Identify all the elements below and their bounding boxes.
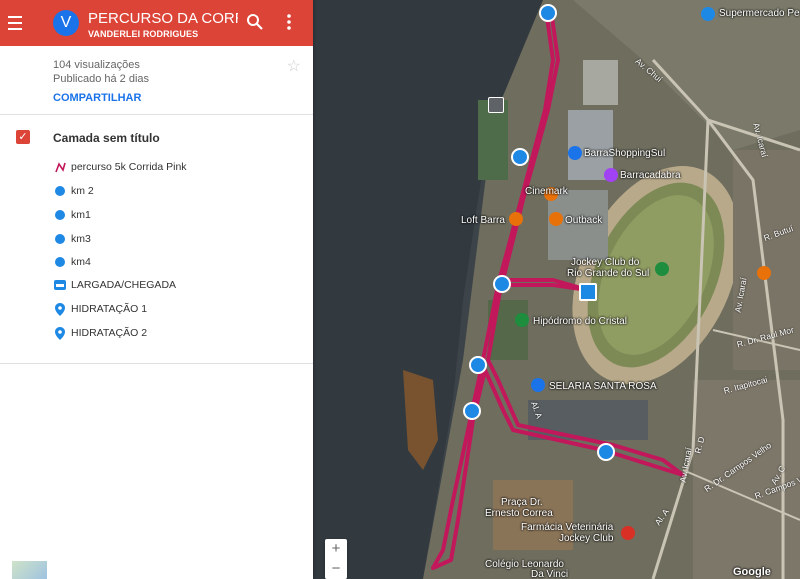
layer-title[interactable]: Camada sem título (53, 131, 160, 145)
place-label[interactable]: Ernesto Correa (485, 508, 553, 519)
place-label[interactable]: Jockey Club (559, 533, 613, 544)
map-thumbnail[interactable] (12, 561, 47, 579)
place-label[interactable]: Farmácia Veterinária (521, 522, 613, 533)
avatar[interactable]: V (53, 10, 79, 36)
layer-checkbox[interactable]: ✓ (16, 130, 30, 144)
view-count: 104 visualizações (53, 59, 140, 71)
place-label[interactable]: Supermercado Pe (719, 8, 800, 19)
pin-icon (54, 326, 66, 340)
runner-icon (54, 209, 66, 221)
list-item-label: LARGADA/CHEGADA (71, 279, 177, 291)
park-icon[interactable] (515, 313, 529, 327)
list-item[interactable]: percurso 5k Corrida Pink (54, 157, 187, 177)
place-label[interactable]: Praça Dr. (501, 497, 543, 508)
pharmacy-icon[interactable] (621, 526, 635, 540)
zoom-in-button[interactable]: + (325, 539, 347, 559)
published-date: Publicado há 2 dias (53, 73, 150, 85)
list-item[interactable]: HIDRATAÇÃO 1 (54, 299, 147, 319)
list-item[interactable]: km1 (54, 205, 91, 225)
list-item-label: km4 (71, 256, 91, 268)
star-icon[interactable]: ☆ (287, 56, 301, 76)
satellite-imagery (313, 0, 800, 579)
place-label[interactable]: Da Vinci (531, 569, 568, 579)
bed-icon (54, 279, 66, 291)
map-canvas[interactable]: Supermercado Pe BarraShoppingSul Barraca… (313, 0, 800, 579)
zoom-out-button[interactable]: − (325, 559, 347, 579)
place-label[interactable]: Barracadabra (620, 170, 681, 181)
map-owner[interactable]: VANDERLEI RODRIGUES (88, 29, 198, 39)
runner-icon[interactable] (463, 402, 481, 420)
place-label[interactable]: Hipódromo do Cristal (533, 316, 627, 327)
restaurant-icon[interactable] (757, 266, 771, 280)
place-label[interactable]: SELARIA SANTA ROSA (549, 381, 657, 392)
zoom-controls: + − (325, 539, 347, 579)
place-label[interactable]: Loft Barra (461, 215, 505, 226)
pin-icon[interactable] (511, 148, 529, 166)
runner-icon[interactable] (469, 356, 487, 374)
google-logo: Google (733, 566, 771, 578)
layer-section: ✓ Camada sem título percurso 5k Corrida … (0, 115, 313, 364)
map-meta: 104 visualizações Publicado há 2 dias CO… (0, 46, 313, 115)
place-label[interactable]: Jockey Club do (571, 257, 639, 268)
shopping-cart-icon[interactable] (701, 7, 715, 21)
bus-stop-icon (488, 97, 504, 113)
pin-icon[interactable] (493, 275, 511, 293)
list-item[interactable]: LARGADA/CHEGADA (54, 275, 176, 295)
place-label[interactable]: Cinemark (525, 186, 568, 197)
route-line-icon (54, 161, 66, 173)
runner-icon (54, 185, 66, 197)
restaurant-icon[interactable] (549, 212, 563, 226)
runner-icon[interactable] (539, 4, 557, 22)
list-item-label: HIDRATAÇÃO 2 (71, 327, 148, 339)
place-label[interactable]: Outback (565, 215, 602, 226)
share-button[interactable]: COMPARTILHAR (53, 92, 141, 104)
list-item-label: km3 (71, 233, 91, 245)
sidebar-header: V PERCURSO DA CORRI... VANDERLEI RODRIGU… (0, 0, 313, 46)
restaurant-icon[interactable] (509, 212, 523, 226)
shopping-bag-icon[interactable] (531, 378, 545, 392)
runner-icon[interactable] (597, 443, 615, 461)
place-label[interactable]: BarraShoppingSul (584, 148, 665, 159)
pin-icon (54, 302, 66, 316)
list-item-label: km 2 (71, 185, 94, 197)
more-vert-icon[interactable] (281, 12, 297, 32)
park-icon[interactable] (655, 262, 669, 276)
theater-icon[interactable] (604, 168, 618, 182)
list-item[interactable]: km 2 (54, 181, 94, 201)
list-item[interactable]: km4 (54, 252, 91, 272)
map-title: PERCURSO DA CORRI... (88, 10, 238, 27)
runner-icon (54, 233, 66, 245)
list-item-label: percurso 5k Corrida Pink (71, 161, 187, 173)
list-item-label: km1 (71, 209, 91, 221)
sidebar-panel: V PERCURSO DA CORRI... VANDERLEI RODRIGU… (0, 0, 313, 579)
bed-icon[interactable] (579, 283, 597, 301)
shopping-bag-icon[interactable] (568, 146, 582, 160)
list-item-label: HIDRATAÇÃO 1 (71, 303, 148, 315)
runner-icon (54, 256, 66, 268)
place-label[interactable]: Rio Grande do Sul (567, 268, 649, 279)
search-icon[interactable] (245, 12, 265, 32)
list-item[interactable]: HIDRATAÇÃO 2 (54, 323, 147, 343)
list-item[interactable]: km3 (54, 229, 91, 249)
menu-icon[interactable] (8, 12, 28, 34)
